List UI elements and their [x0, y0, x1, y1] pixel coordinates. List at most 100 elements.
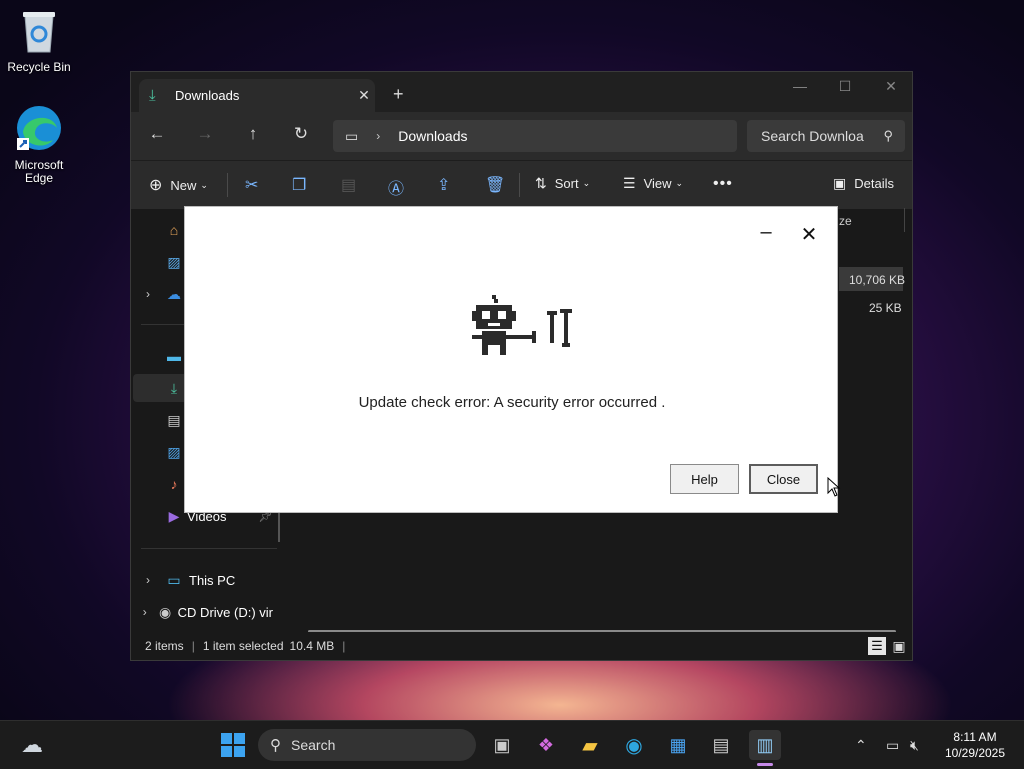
dialog-close-icon[interactable]: ✕: [797, 222, 821, 246]
store-taskbar-button[interactable]: ▦: [662, 730, 694, 760]
tab-downloads[interactable]: ⤓ Downloads ✕: [139, 79, 375, 112]
file-explorer-taskbar-button[interactable]: ▰: [574, 730, 606, 760]
sort-label: Sort: [554, 176, 579, 191]
time: 8:11 AM: [953, 730, 997, 744]
active-indicator: [757, 763, 773, 766]
divider: [519, 173, 520, 197]
videos-icon: ▶: [168, 507, 180, 524]
size-column-header[interactable]: ze: [839, 214, 852, 228]
app-taskbar-button[interactable]: ▤: [705, 730, 737, 760]
desktop-icon-edge[interactable]: Microsoft Edge: [1, 104, 77, 185]
paste-icon[interactable]: ▤: [341, 175, 356, 195]
sidebar-label-this-pc: This PC: [189, 572, 236, 588]
search-icon: ⚲: [883, 128, 893, 143]
taskbar-search[interactable]: ⚲ Search: [258, 729, 476, 761]
folder-icon: ▰: [582, 734, 598, 757]
status-divider: |: [342, 639, 346, 653]
item-count: 2 items: [145, 639, 184, 653]
pc-icon: ▭: [167, 571, 181, 588]
copilot-button[interactable]: ❖: [530, 730, 562, 760]
app-icon: ▤: [712, 734, 730, 755]
clock[interactable]: 8:11 AM 10/29/2025: [940, 729, 1010, 761]
sort-button[interactable]: ⇅ Sort ⌄: [535, 175, 590, 192]
rename-icon[interactable]: Ⓐ: [388, 175, 404, 199]
task-view-button[interactable]: ▣: [486, 730, 518, 760]
task-view-icon: ▣: [493, 734, 511, 755]
address-field[interactable]: ▭ › Downloads: [333, 120, 737, 152]
back-button[interactable]: ←: [145, 124, 169, 144]
sidebar-label-cd-drive: CD Drive (D:) vir: [177, 604, 273, 620]
network-icon[interactable]: ▭: [886, 737, 899, 754]
column-splitter: [904, 208, 905, 232]
details-button[interactable]: ▣ Details: [833, 175, 894, 192]
details-label: Details: [854, 176, 894, 191]
breadcrumb[interactable]: Downloads: [398, 128, 467, 144]
more-options-icon[interactable]: •••: [713, 175, 733, 193]
file-size: 10,706 KB: [849, 273, 906, 287]
download-icon: ⤓: [170, 379, 178, 396]
start-button[interactable]: [217, 730, 249, 760]
address-bar-row: ← → ↑ ↻ ▭ › Downloads Search Downloa ⚲: [131, 112, 912, 160]
share-icon[interactable]: ⇪: [437, 175, 450, 195]
error-message: Update check error: A security error occ…: [358, 394, 666, 411]
details-pane-icon: ▣: [833, 175, 847, 191]
store-icon: ▦: [669, 734, 687, 755]
weather-widget[interactable]: ☁: [16, 730, 48, 760]
help-button[interactable]: Help: [670, 464, 739, 494]
new-button[interactable]: ⊕ New ⌄: [149, 175, 208, 195]
refresh-button[interactable]: ↻: [289, 124, 313, 144]
search-input[interactable]: Search Downloa ⚲: [747, 120, 905, 152]
search-icon: ⚲: [270, 737, 281, 754]
edge-label: Microsoft Edge: [14, 158, 64, 185]
date: 10/29/2025: [944, 746, 1006, 760]
new-tab-button[interactable]: +: [393, 84, 404, 105]
view-button[interactable]: ☰ View ⌄: [623, 175, 683, 192]
details-view-button[interactable]: ☰: [868, 637, 886, 655]
window-close-button[interactable]: ✕: [876, 78, 906, 95]
taskbar-search-label: Search: [291, 737, 336, 753]
chevron-right-icon[interactable]: ›: [133, 573, 163, 587]
show-hidden-icons-button[interactable]: ⌃: [855, 737, 867, 754]
sidebar-item-cd-drive[interactable]: › ◉ CD Drive (D:) vir: [133, 598, 273, 626]
file-size: 25 KB: [869, 301, 902, 315]
recycle-bin-icon: [1, 8, 77, 57]
close-button[interactable]: Close: [749, 464, 818, 494]
dialog-minimize-button[interactable]: –: [756, 221, 776, 245]
cd-drive-icon: ◉: [158, 603, 172, 620]
status-bar: 2 items | 1 item selected 10.4 MB | ☰ ▣: [131, 632, 912, 660]
chevron-down-icon: ⌄: [675, 178, 684, 188]
volume-muted-icon[interactable]: 🔇︎: [910, 737, 919, 754]
mouse-pointer-icon: [827, 476, 841, 502]
edge-taskbar-button[interactable]: ◉: [618, 730, 650, 760]
cut-icon[interactable]: ✂: [245, 175, 258, 195]
maximize-button[interactable]: ☐: [830, 78, 860, 95]
download-icon: ⤓: [149, 87, 156, 104]
copy-icon[interactable]: ❐: [292, 175, 306, 195]
delete-icon[interactable]: 🗑︎: [485, 175, 505, 195]
active-app-taskbar-button[interactable]: ▥: [749, 730, 781, 760]
selection-size: 10.4 MB: [289, 639, 335, 653]
tiles-view-button[interactable]: ▣: [890, 637, 908, 655]
home-icon: ⌂: [169, 222, 179, 238]
search-placeholder: Search Downloa: [761, 128, 864, 144]
chevron-down-icon: ⌄: [582, 178, 591, 188]
pane-splitter[interactable]: [278, 512, 280, 542]
forward-button[interactable]: →: [193, 124, 217, 144]
minimize-button[interactable]: —: [785, 78, 815, 94]
robot-tools-icon: [470, 295, 574, 364]
edge-icon: [1, 104, 77, 155]
title-bar: ⤓ Downloads ✕ + — ☐ ✕: [131, 72, 912, 112]
recycle-bin-label: Recycle Bin: [7, 60, 71, 74]
taskbar: ☁ ⚲ Search ▣ ❖ ▰ ◉ ▦ ▤ ▥ ⌃ ▭ 🔇︎ 8:11 AM …: [0, 720, 1024, 769]
chevron-right-icon[interactable]: ›: [133, 287, 163, 301]
update-error-dialog: – ✕ Update check error: A security error…: [184, 206, 838, 513]
view-icon: ☰: [623, 175, 636, 191]
desktop-icon-recycle-bin[interactable]: Recycle Bin: [1, 8, 77, 74]
chevron-right-icon[interactable]: ›: [133, 605, 156, 619]
cloud-icon: ☁: [21, 732, 43, 757]
sidebar-item-this-pc[interactable]: › ▭ This PC: [133, 566, 273, 594]
tab-close-icon[interactable]: ✕: [353, 87, 375, 104]
installer-icon: ▥: [756, 734, 774, 755]
status-divider: |: [191, 639, 195, 653]
up-button[interactable]: ↑: [241, 124, 265, 144]
